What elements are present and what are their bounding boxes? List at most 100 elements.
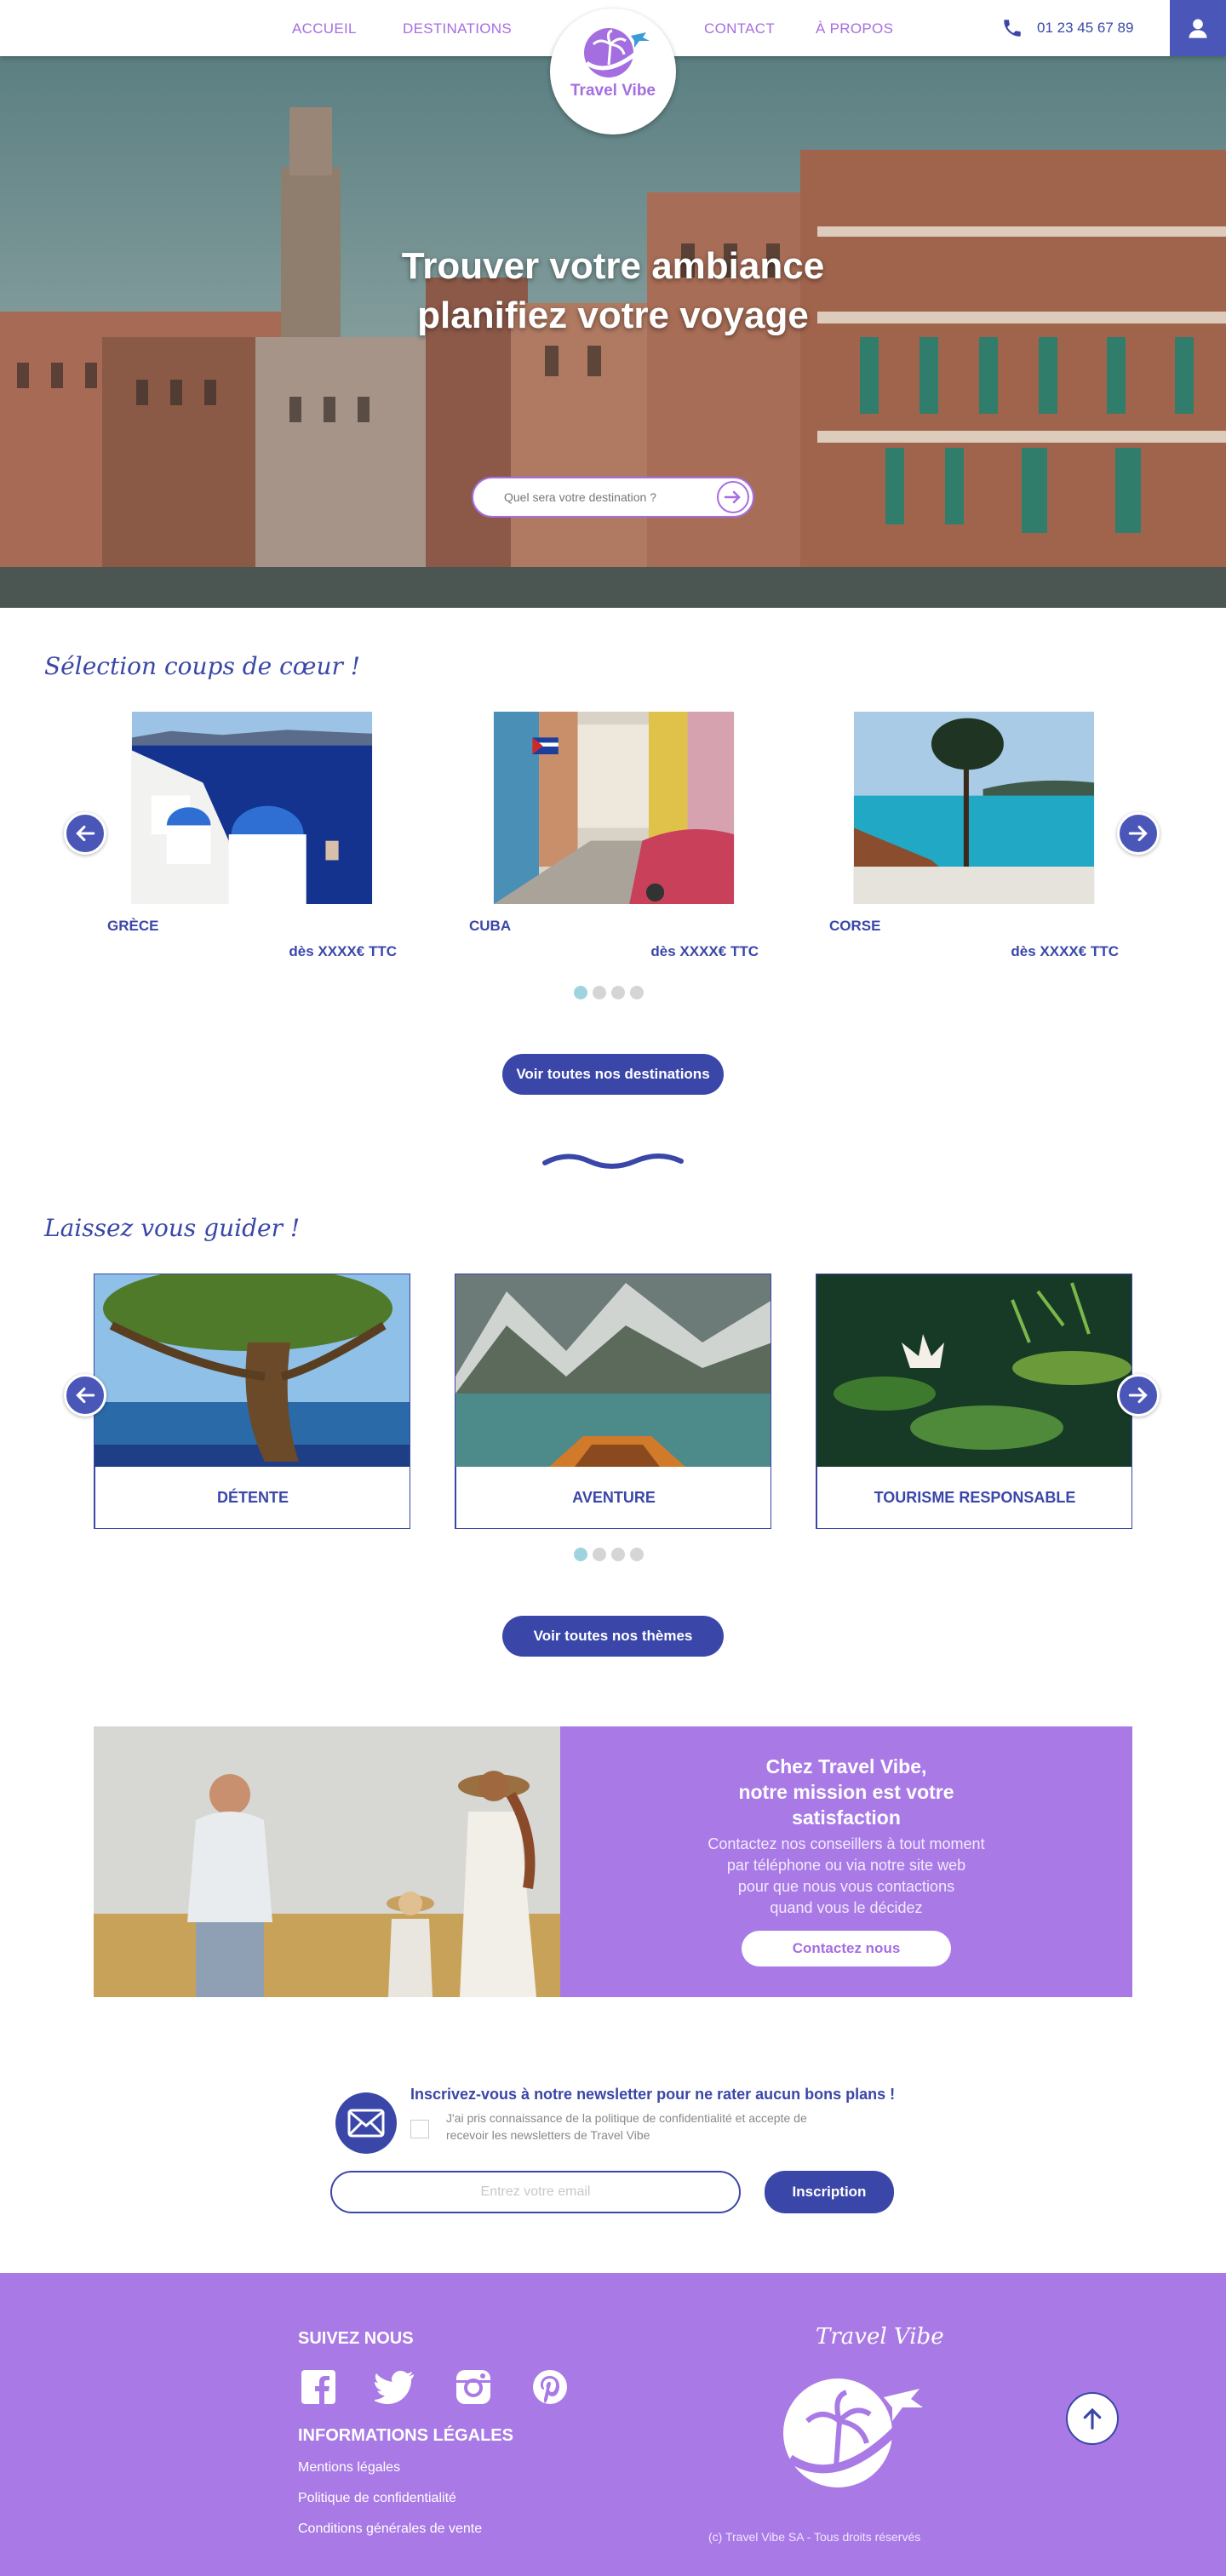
consent-label: J'ai pris connaissance de la politique d… [446, 2109, 855, 2144]
destination-name: CORSE [829, 918, 881, 934]
newsletter-submit-button[interactable]: Inscription [765, 2171, 894, 2213]
destination-info: GRÈCE dès XXXX€ TTC [94, 904, 410, 965]
themes-next-button[interactable] [1117, 1374, 1160, 1417]
tourisme-responsable-photo [816, 1274, 1131, 1467]
arrow-up-icon [1083, 2407, 1102, 2430]
pagination-dot[interactable] [611, 1548, 625, 1561]
favorites-pagination [574, 986, 644, 999]
favorites-title: Sélection coups de cœur ! [44, 652, 361, 680]
legal-heading: INFORMATIONS LÉGALES [298, 2426, 513, 2445]
instagram-icon [456, 2370, 490, 2404]
all-themes-button[interactable]: Voir toutes nos thèmes [502, 1616, 724, 1657]
mission-text-line: par téléphone ou via notre site web [726, 1857, 966, 1874]
destination-name: CUBA [469, 918, 512, 934]
newsletter-email-input[interactable] [330, 2171, 741, 2213]
legal-link-privacy[interactable]: Politique de confidentialité [298, 2491, 456, 2506]
legal-link-mentions[interactable]: Mentions légales [298, 2460, 400, 2476]
arrow-left-icon [76, 1387, 95, 1404]
greece-photo [131, 712, 373, 904]
arrow-left-icon [76, 825, 95, 842]
arrow-right-icon [724, 490, 741, 504]
wave-divider [542, 1153, 684, 1169]
consent-label-line: recevoir les newsletters de Travel Vibe [446, 2128, 650, 2142]
destination-card-cuba[interactable]: CUBA dès XXXX€ TTC [455, 712, 772, 965]
destination-price: dès XXXX€ TTC [289, 943, 397, 959]
favorites-prev-button[interactable] [64, 812, 106, 855]
pagination-dot[interactable] [593, 1548, 606, 1561]
nav-contact[interactable]: CONTACT [704, 20, 775, 37]
site-logo[interactable]: Travel Vibe [550, 9, 676, 135]
consent-checkbox[interactable] [410, 2120, 429, 2138]
destination-info: CUBA dès XXXX€ TTC [455, 904, 772, 965]
corse-photo [853, 712, 1095, 904]
search-submit-button[interactable] [717, 481, 749, 513]
footer-logo-icon [783, 2379, 923, 2487]
destination-card-greece[interactable]: GRÈCE dès XXXX€ TTC [94, 712, 410, 965]
mission-title-line: notre mission est votre [738, 1781, 954, 1803]
phone-contact[interactable]: 01 23 45 67 89 [1001, 17, 1133, 39]
theme-label: TOURISME RESPONSABLE [816, 1467, 1131, 1528]
phone-number: 01 23 45 67 89 [1037, 20, 1134, 36]
theme-card-tourisme-responsable[interactable]: TOURISME RESPONSABLE [816, 1274, 1132, 1529]
palm-globe-plane-logo [584, 28, 650, 77]
back-to-top-button[interactable] [1066, 2392, 1119, 2445]
mission-text-line: Contactez nos conseillers à tout moment [708, 1835, 985, 1852]
user-icon [1189, 19, 1207, 38]
nav-a-propos[interactable]: À PROPOS [816, 20, 893, 37]
logo-text: Travel Vibe [570, 82, 656, 100]
pagination-dot[interactable] [630, 1548, 644, 1561]
pinterest-icon [533, 2370, 567, 2404]
hero-title: Trouver votre ambiance planifiez votre v… [0, 242, 1226, 341]
facebook-link[interactable] [298, 2367, 339, 2407]
theme-card-detente[interactable]: DÉTENTE [94, 1274, 410, 1529]
legal-link-cgv[interactable]: Conditions générales de vente [298, 2522, 482, 2537]
themes-title: Laissez vous guider ! [44, 1214, 301, 1242]
favorites-next-button[interactable] [1117, 812, 1160, 855]
pagination-dot[interactable] [574, 1548, 587, 1561]
destination-search-input[interactable] [504, 490, 700, 504]
hero-title-line2: planifiez votre voyage [417, 295, 809, 336]
copyright: (c) Travel Vibe SA - Tous droits réservé… [708, 2530, 921, 2544]
destination-price: dès XXXX€ TTC [1011, 943, 1119, 959]
account-button[interactable] [1170, 0, 1226, 56]
pagination-dot[interactable] [630, 986, 644, 999]
envelope-icon [347, 2109, 385, 2138]
themes-pagination [574, 1548, 644, 1561]
newsletter-title: Inscrivez-vous à notre newsletter pour n… [410, 2086, 896, 2103]
mission-title-line: Chez Travel Vibe, [765, 1755, 927, 1777]
mission-text-line: pour que nous vous contactions [737, 1878, 955, 1895]
hero-section: Trouver votre ambiance planifiez votre v… [0, 56, 1226, 608]
mission-banner: Chez Travel Vibe, notre mission est votr… [94, 1726, 1132, 1997]
site-footer: SUIVEZ NOUS INFORMATIONS LÉGALES Mention… [0, 2273, 1226, 2576]
newsletter-badge [335, 2092, 397, 2154]
mission-panel: Chez Travel Vibe, notre mission est votr… [560, 1726, 1132, 1997]
detente-photo [95, 1274, 410, 1467]
follow-heading: SUIVEZ NOUS [298, 2329, 414, 2348]
pagination-dot[interactable] [574, 986, 587, 999]
destination-card-corse[interactable]: CORSE dès XXXX€ TTC [816, 712, 1132, 965]
mission-text: Contactez nos conseillers à tout moment … [560, 1834, 1132, 1919]
all-destinations-button[interactable]: Voir toutes nos destinations [502, 1054, 724, 1095]
instagram-link[interactable] [453, 2367, 494, 2407]
theme-label: DÉTENTE [95, 1467, 410, 1528]
mission-title: Chez Travel Vibe, notre mission est votr… [560, 1754, 1132, 1830]
aventure-photo [455, 1274, 771, 1467]
nav-destinations[interactable]: DESTINATIONS [403, 20, 512, 37]
theme-label: AVENTURE [455, 1467, 771, 1528]
pinterest-link[interactable] [530, 2367, 570, 2407]
pagination-dot[interactable] [611, 986, 625, 999]
facebook-icon [301, 2370, 335, 2406]
contact-us-button[interactable]: Contactez nous [742, 1931, 951, 1966]
pagination-dot[interactable] [593, 986, 606, 999]
consent-label-line: J'ai pris connaissance de la politique d… [446, 2111, 807, 2125]
twitter-icon [375, 2371, 414, 2404]
family-field-photo [94, 1726, 560, 1997]
themes-prev-button[interactable] [64, 1374, 106, 1417]
theme-card-aventure[interactable]: AVENTURE [455, 1274, 771, 1529]
footer-brand: Travel Vibe [816, 2324, 944, 2350]
destination-search [472, 477, 754, 518]
twitter-link[interactable] [375, 2367, 415, 2407]
destination-price: dès XXXX€ TTC [650, 943, 759, 959]
nav-accueil[interactable]: ACCUEIL [292, 20, 357, 37]
mission-title-line: satisfaction [792, 1806, 901, 1829]
